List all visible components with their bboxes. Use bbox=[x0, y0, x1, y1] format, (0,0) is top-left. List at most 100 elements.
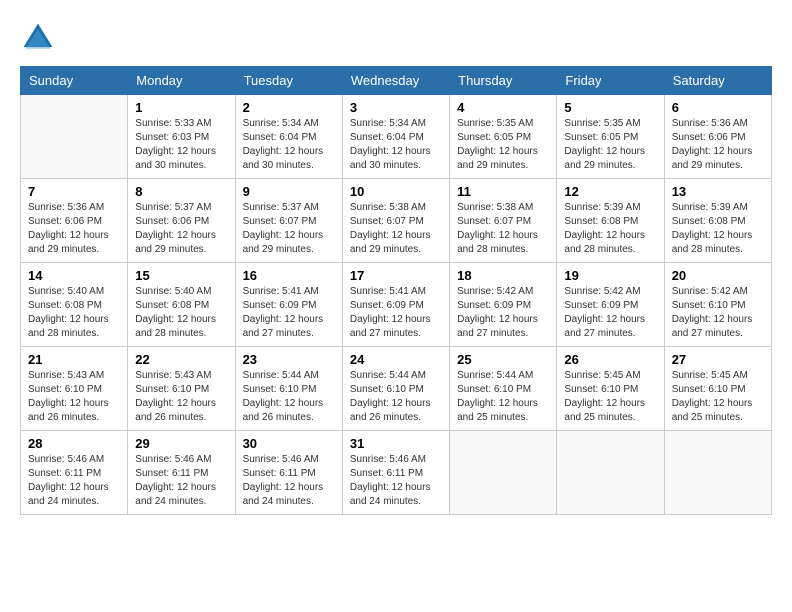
calendar-cell: 14 Sunrise: 5:40 AMSunset: 6:08 PMDayligh… bbox=[21, 263, 128, 347]
weekday-header-tuesday: Tuesday bbox=[235, 67, 342, 95]
calendar-cell: 5 Sunrise: 5:35 AMSunset: 6:05 PMDaylight… bbox=[557, 95, 664, 179]
calendar-cell: 18Sunrise: 5:42 AMSunset: 6:09 PMDayligh… bbox=[450, 263, 557, 347]
day-info: Sunrise: 5:40 AMSunset: 6:08 PMDaylight:… bbox=[28, 285, 120, 341]
day-info: Sunrise: 5:38 AMSunset: 6:07 PMDaylight:… bbox=[457, 201, 549, 257]
week-row-1: 1Sunrise: 5:33 AMSunset: 6:03 PMDaylight… bbox=[21, 95, 772, 179]
day-info: Sunrise: 5:44 AMSunset: 6:10 PMDaylight:… bbox=[350, 369, 442, 425]
week-row-3: 14 Sunrise: 5:40 AMSunset: 6:08 PMDayligh… bbox=[21, 263, 772, 347]
weekday-header-monday: Monday bbox=[128, 67, 235, 95]
week-row-5: 28 Sunrise: 5:46 AMSunset: 6:11 PMDayligh… bbox=[21, 431, 772, 515]
calendar-cell: 9 Sunrise: 5:37 AMSunset: 6:07 PMDaylight… bbox=[235, 179, 342, 263]
calendar-cell: 19 Sunrise: 5:42 AMSunset: 6:09 PMDayligh… bbox=[557, 263, 664, 347]
day-info: Sunrise: 5:41 AMSunset: 6:09 PMDaylight:… bbox=[243, 285, 335, 341]
calendar-cell: 29 Sunrise: 5:46 AMSunset: 6:11 PMDayligh… bbox=[128, 431, 235, 515]
calendar-cell: 22 Sunrise: 5:43 AMSunset: 6:10 PMDayligh… bbox=[128, 347, 235, 431]
day-info: Sunrise: 5:43 AMSunset: 6:10 PMDaylight:… bbox=[135, 369, 227, 425]
day-info: Sunrise: 5:34 AMSunset: 6:04 PMDaylight:… bbox=[243, 117, 335, 173]
day-number: 2 bbox=[243, 100, 335, 115]
day-info: Sunrise: 5:37 AMSunset: 6:07 PMDaylight:… bbox=[243, 201, 335, 257]
day-number: 14 bbox=[28, 268, 120, 283]
calendar-cell: 3 Sunrise: 5:34 AMSunset: 6:04 PMDaylight… bbox=[342, 95, 449, 179]
calendar-cell: 17 Sunrise: 5:41 AMSunset: 6:09 PMDayligh… bbox=[342, 263, 449, 347]
calendar-cell: 20Sunrise: 5:42 AMSunset: 6:10 PMDayligh… bbox=[664, 263, 771, 347]
day-number: 25 bbox=[457, 352, 549, 367]
calendar-cell: 2 Sunrise: 5:34 AMSunset: 6:04 PMDaylight… bbox=[235, 95, 342, 179]
day-number: 11 bbox=[457, 184, 549, 199]
day-info: Sunrise: 5:40 AMSunset: 6:08 PMDaylight:… bbox=[135, 285, 227, 341]
logo-icon bbox=[20, 20, 56, 56]
day-number: 3 bbox=[350, 100, 442, 115]
calendar-cell: 6 Sunrise: 5:36 AMSunset: 6:06 PMDaylight… bbox=[664, 95, 771, 179]
weekday-header-friday: Friday bbox=[557, 67, 664, 95]
day-number: 16 bbox=[243, 268, 335, 283]
calendar-cell: 31 Sunrise: 5:46 AMSunset: 6:11 PMDayligh… bbox=[342, 431, 449, 515]
day-number: 10 bbox=[350, 184, 442, 199]
day-info: Sunrise: 5:37 AMSunset: 6:06 PMDaylight:… bbox=[135, 201, 227, 257]
day-number: 6 bbox=[672, 100, 764, 115]
calendar-cell: 15 Sunrise: 5:40 AMSunset: 6:08 PMDayligh… bbox=[128, 263, 235, 347]
calendar-cell: 7Sunrise: 5:36 AMSunset: 6:06 PMDaylight… bbox=[21, 179, 128, 263]
calendar-cell: 13 Sunrise: 5:39 AMSunset: 6:08 PMDayligh… bbox=[664, 179, 771, 263]
day-number: 19 bbox=[564, 268, 656, 283]
weekday-header-row: SundayMondayTuesdayWednesdayThursdayFrid… bbox=[21, 67, 772, 95]
day-info: Sunrise: 5:39 AMSunset: 6:08 PMDaylight:… bbox=[672, 201, 764, 257]
calendar-cell: 28 Sunrise: 5:46 AMSunset: 6:11 PMDayligh… bbox=[21, 431, 128, 515]
day-number: 31 bbox=[350, 436, 442, 451]
calendar-cell: 12Sunrise: 5:39 AMSunset: 6:08 PMDayligh… bbox=[557, 179, 664, 263]
calendar-cell: 24Sunrise: 5:44 AMSunset: 6:10 PMDayligh… bbox=[342, 347, 449, 431]
day-info: Sunrise: 5:44 AMSunset: 6:10 PMDaylight:… bbox=[457, 369, 549, 425]
day-info: Sunrise: 5:43 AMSunset: 6:10 PMDaylight:… bbox=[28, 369, 120, 425]
calendar-cell: 4 Sunrise: 5:35 AMSunset: 6:05 PMDaylight… bbox=[450, 95, 557, 179]
day-number: 22 bbox=[135, 352, 227, 367]
calendar-cell: 26Sunrise: 5:45 AMSunset: 6:10 PMDayligh… bbox=[557, 347, 664, 431]
calendar-cell bbox=[557, 431, 664, 515]
calendar-cell: 30 Sunrise: 5:46 AMSunset: 6:11 PMDayligh… bbox=[235, 431, 342, 515]
day-info: Sunrise: 5:46 AMSunset: 6:11 PMDaylight:… bbox=[350, 453, 442, 509]
page-header bbox=[20, 20, 772, 56]
day-info: Sunrise: 5:34 AMSunset: 6:04 PMDaylight:… bbox=[350, 117, 442, 173]
calendar-cell: 27Sunrise: 5:45 AMSunset: 6:10 PMDayligh… bbox=[664, 347, 771, 431]
day-number: 13 bbox=[672, 184, 764, 199]
day-number: 21 bbox=[28, 352, 120, 367]
day-number: 12 bbox=[564, 184, 656, 199]
calendar-cell bbox=[450, 431, 557, 515]
calendar-cell: 16 Sunrise: 5:41 AMSunset: 6:09 PMDayligh… bbox=[235, 263, 342, 347]
weekday-header-wednesday: Wednesday bbox=[342, 67, 449, 95]
calendar-cell: 23 Sunrise: 5:44 AMSunset: 6:10 PMDayligh… bbox=[235, 347, 342, 431]
weekday-header-sunday: Sunday bbox=[21, 67, 128, 95]
day-info: Sunrise: 5:44 AMSunset: 6:10 PMDaylight:… bbox=[243, 369, 335, 425]
week-row-4: 21 Sunrise: 5:43 AMSunset: 6:10 PMDayligh… bbox=[21, 347, 772, 431]
day-info: Sunrise: 5:46 AMSunset: 6:11 PMDaylight:… bbox=[28, 453, 120, 509]
calendar-cell bbox=[21, 95, 128, 179]
day-number: 20 bbox=[672, 268, 764, 283]
calendar-cell: 10Sunrise: 5:38 AMSunset: 6:07 PMDayligh… bbox=[342, 179, 449, 263]
day-info: Sunrise: 5:45 AMSunset: 6:10 PMDaylight:… bbox=[564, 369, 656, 425]
day-info: Sunrise: 5:42 AMSunset: 6:09 PMDaylight:… bbox=[564, 285, 656, 341]
day-number: 1 bbox=[135, 100, 227, 115]
calendar-cell: 8 Sunrise: 5:37 AMSunset: 6:06 PMDaylight… bbox=[128, 179, 235, 263]
day-number: 23 bbox=[243, 352, 335, 367]
day-info: Sunrise: 5:36 AMSunset: 6:06 PMDaylight:… bbox=[28, 201, 120, 257]
weekday-header-saturday: Saturday bbox=[664, 67, 771, 95]
day-number: 4 bbox=[457, 100, 549, 115]
day-number: 9 bbox=[243, 184, 335, 199]
day-number: 5 bbox=[564, 100, 656, 115]
day-number: 30 bbox=[243, 436, 335, 451]
day-info: Sunrise: 5:41 AMSunset: 6:09 PMDaylight:… bbox=[350, 285, 442, 341]
day-info: Sunrise: 5:35 AMSunset: 6:05 PMDaylight:… bbox=[564, 117, 656, 173]
day-number: 17 bbox=[350, 268, 442, 283]
day-info: Sunrise: 5:36 AMSunset: 6:06 PMDaylight:… bbox=[672, 117, 764, 173]
calendar-cell: 25 Sunrise: 5:44 AMSunset: 6:10 PMDayligh… bbox=[450, 347, 557, 431]
day-info: Sunrise: 5:35 AMSunset: 6:05 PMDaylight:… bbox=[457, 117, 549, 173]
calendar-cell bbox=[664, 431, 771, 515]
day-info: Sunrise: 5:46 AMSunset: 6:11 PMDaylight:… bbox=[135, 453, 227, 509]
day-number: 18 bbox=[457, 268, 549, 283]
weekday-header-thursday: Thursday bbox=[450, 67, 557, 95]
day-number: 15 bbox=[135, 268, 227, 283]
logo bbox=[20, 20, 60, 56]
day-info: Sunrise: 5:46 AMSunset: 6:11 PMDaylight:… bbox=[243, 453, 335, 509]
day-number: 29 bbox=[135, 436, 227, 451]
day-number: 28 bbox=[28, 436, 120, 451]
day-info: Sunrise: 5:45 AMSunset: 6:10 PMDaylight:… bbox=[672, 369, 764, 425]
day-number: 8 bbox=[135, 184, 227, 199]
